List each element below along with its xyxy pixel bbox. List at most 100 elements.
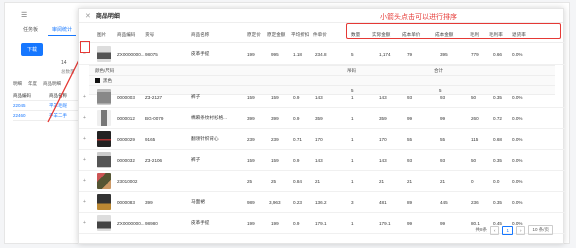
col-name[interactable]: 商品名称 [191,32,209,38]
close-icon[interactable]: ✕ [85,12,91,20]
cell-discount: 1.18 [293,51,302,57]
cell-code: 0000012 [117,115,135,121]
cell-price: 199 [247,51,255,57]
cell-cost-amount: 93 [440,94,446,100]
cell-rate: 0.35 [493,94,502,100]
cell-amount: 159 [271,94,279,100]
cell-price: 25 [247,178,253,184]
cell-unit: 143 [315,94,323,100]
page-size-select[interactable]: 10 条/页 [528,225,553,235]
sub-col-total: 合计 [434,67,443,73]
cell-amount: 995 [271,51,279,57]
expand-icon[interactable]: + [83,115,86,121]
col-code[interactable]: 商品编码 [117,32,135,38]
cell-price: 159 [247,94,255,100]
cell-amount: 239 [271,136,279,142]
cell-unit: 359 [315,115,323,121]
pagination: 共8条 ‹ 1 › 10 条/页 [475,225,553,235]
cell-goods-no: Z3-2127 [145,94,163,100]
cell-qty: 1 [351,178,354,184]
pagination-total: 共8条 [475,227,487,232]
cell-price: 159 [247,157,255,163]
cell-name: 棉麻条纹衬衫格... [191,115,227,120]
expand-icon[interactable]: + [83,157,86,163]
cell-rate: 0.72 [493,115,502,121]
prev-page-icon[interactable]: ‹ [489,225,500,235]
cell-code: ZX0000000... [117,51,145,57]
cell-cost-amount: 21 [440,178,446,184]
page-number[interactable]: 1 [502,225,513,235]
product-image [97,152,111,168]
cell-rate: 0.35 [493,157,502,163]
cell-name: 皮革手提 [191,220,210,225]
table-row[interactable]: + 0000012 BG-0079 棉麻条纹衬衫格... 399 399 0.9… [79,108,565,129]
cell-unit: 143 [315,157,323,163]
cell-gross: 50 [471,94,477,100]
product-image [97,215,111,231]
cell-cost: 79 [407,51,413,57]
cell-code: 0000029 [117,136,135,142]
cell-unit: 234.8 [315,51,327,57]
cell-code: 0000083 [117,199,135,205]
cell-goods-no: 98980 [145,220,158,226]
expand-icon[interactable]: + [83,178,86,184]
cell-cost-amount: 445 [440,199,448,205]
cell-qty: 5 [351,51,354,57]
col-goods-no[interactable]: 货号 [145,32,154,38]
table-row[interactable]: + 0000003 Z3-2127 裤子 159 159 0.9 143 1 1… [79,87,565,108]
sub-col-size: 吊码 [347,67,356,73]
table-row[interactable]: + 23010002 25 25 0.84 21 1 21 21 21 0 0.… [79,171,565,192]
table-row[interactable]: + 0000083 399 马面裙 989 3,963 0.23 136.2 3… [79,192,565,213]
cell-actual: 481 [379,199,387,205]
col-unit-price[interactable]: 件单价 [313,32,327,38]
cell-gross: 0 [471,178,474,184]
cell-gross: 779 [471,51,479,57]
cell-amount: 25 [271,178,277,184]
cell-gross: 50 [471,157,477,163]
cell-unit: 179.1 [315,220,327,226]
cell-code: 0000032 [117,157,135,163]
product-image [97,194,111,210]
cell-rate: 0.66 [493,51,502,57]
cell-amount: 199 [271,220,279,226]
product-image [97,131,111,147]
cell-rate: 0.35 [493,199,502,205]
col-image: 图片 [97,31,107,37]
cell-cost: 93 [407,94,413,100]
cell-return: 0.0% [512,94,523,100]
cell-qty: 3 [351,199,354,205]
cell-unit: 170 [315,136,323,142]
sub-header: 颜色/尺码 吊码 合计 [89,66,555,76]
cell-amount: 3,963 [269,199,281,205]
cell-discount: 0.9 [293,94,300,100]
cell-return: 0.0% [512,199,523,205]
expand-icon[interactable]: + [83,136,86,142]
cell-price: 989 [247,199,255,205]
cell-return: 0.0% [512,178,523,184]
table-row[interactable]: + 0000032 Z3-2106 裤子 159 159 0.9 143 1 1… [79,150,565,171]
col-sales-amount[interactable]: 原定金额 [267,32,285,38]
cell-discount: 0.9 [293,220,300,226]
product-image [97,89,111,105]
col-sales-price[interactable]: 原定价 [247,32,261,38]
cell-amount: 159 [271,157,279,163]
expand-icon[interactable]: + [83,199,86,205]
table-row[interactable]: + 0000029 9165 翻领针织背心 239 239 0.71 170 1… [79,129,565,150]
cell-cost: 21 [407,178,413,184]
table-row[interactable]: − ZX0000000... 98075 皮革手提 199 995 1.18 2… [79,44,565,65]
expand-icon[interactable]: + [83,220,86,226]
cell-price: 399 [247,115,255,121]
col-avg-discount[interactable]: 平均折扣 [291,32,309,38]
cell-qty: 1 [351,220,354,226]
cell-gross: 260 [471,115,479,121]
cell-discount: 0.9 [293,115,300,121]
cell-name: 裤子 [191,94,201,99]
cell-goods-no: BG-0079 [145,115,164,121]
cell-goods-no: 9165 [145,136,156,142]
cell-qty: 1 [351,136,354,142]
cell-cost-amount: 55 [440,136,446,142]
cell-cost-amount: 395 [440,51,448,57]
expand-icon[interactable]: + [83,94,86,100]
next-page-icon[interactable]: › [515,225,526,235]
cell-cost-amount: 99 [440,115,446,121]
